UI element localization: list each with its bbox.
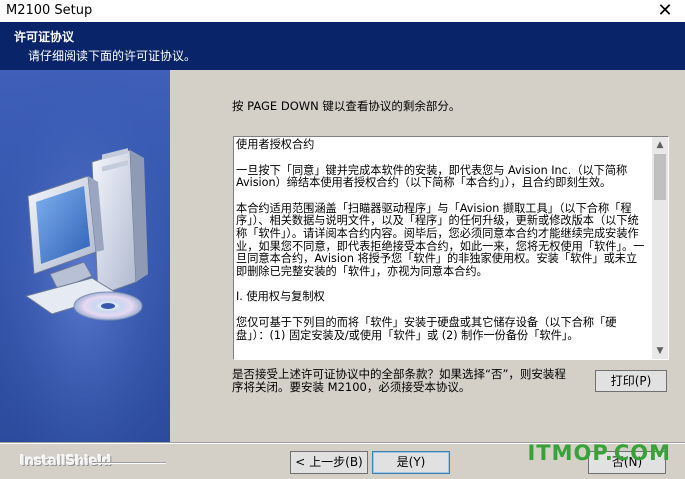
license-paragraph: 一旦按下「同意」键并完成本软件的安装，即代表您与 Avision Inc.（以下… (236, 163, 628, 190)
scroll-down-arrow-icon[interactable]: ▼ (652, 343, 668, 359)
close-icon[interactable]: ✕ (653, 0, 677, 22)
title-bar: M2100 Setup ✕ (0, 0, 685, 22)
computer-with-cd-icon (0, 70, 170, 442)
license-textbox[interactable]: 使用者授权合约 一旦按下「同意」键并完成本软件的安装，即代表您与 Avision… (233, 136, 669, 360)
accept-question: 是否接受上述许可证协议中的全部条款？如果选择“否”，则安装程序将关闭。要安装 M… (232, 367, 566, 394)
scroll-up-arrow-icon[interactable]: ▲ (652, 137, 668, 153)
yes-button[interactable]: 是(Y) (372, 451, 450, 474)
window-title: M2100 Setup (6, 3, 93, 18)
license-paragraph: I. 使用权与复制权 (236, 290, 325, 304)
footer-etched-line (96, 462, 166, 464)
print-button[interactable]: 打印(P) (595, 370, 667, 392)
side-banner (0, 70, 170, 442)
license-paragraph: 您仅可基于下列目的而将「软件」安装于硬盘或其它储存设备（以下合称「硬盘」）：(1… (236, 315, 617, 342)
instruction-text: 按 PAGE DOWN 键以查看协议的剩余部分。 (232, 99, 461, 113)
license-paragraph: 本合约适用范围涵盖「扫瞄器驱动程序」与「Avision 撷取工具」（以下合称「程… (236, 201, 645, 278)
header-title: 许可证协议 (14, 30, 75, 44)
content-area: 按 PAGE DOWN 键以查看协议的剩余部分。 使用者授权合约 一旦按下「同意… (170, 70, 685, 442)
license-scrollbar[interactable]: ▲ ▼ (652, 137, 668, 359)
license-text: 使用者授权合约 一旦按下「同意」键并完成本软件的安装，即代表您与 Avision… (236, 138, 648, 355)
setup-window: M2100 Setup ✕ 许可证协议 请仔细阅读下面的许可证协议。 按 PAG… (0, 0, 685, 479)
header-subtitle: 请仔细阅读下面的许可证协议。 (28, 49, 197, 63)
scroll-thumb[interactable] (654, 154, 666, 200)
watermark-text: ITMOP.COM (527, 441, 671, 465)
license-paragraph: 使用者授权合约 (236, 138, 315, 151)
back-button[interactable]: < 上一步(B) (290, 451, 368, 474)
dialog-header: 许可证协议 请仔细阅读下面的许可证协议。 (0, 22, 685, 70)
